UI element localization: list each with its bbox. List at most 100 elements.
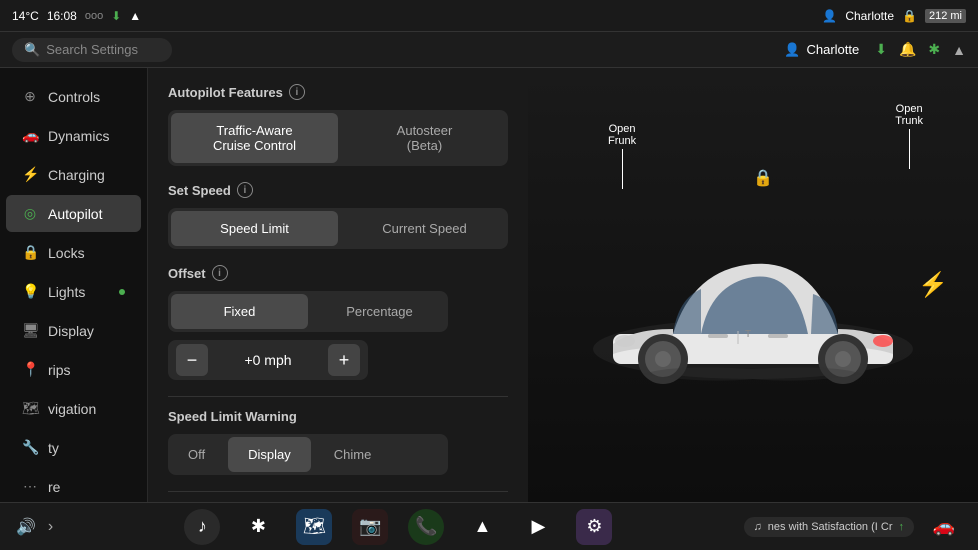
chevron-icon[interactable]: › bbox=[48, 518, 53, 536]
header-username: Charlotte bbox=[806, 42, 859, 57]
offset-control: − +0 mph + bbox=[168, 340, 368, 380]
taskbar-app-bluetooth[interactable]: ✱ bbox=[240, 509, 276, 545]
taskbar-app-music[interactable]: ♪ bbox=[184, 509, 220, 545]
offset-value: +0 mph bbox=[218, 352, 318, 368]
features-info-icon[interactable]: i bbox=[289, 84, 305, 100]
sidebar-item-locks[interactable]: 🔒 Locks bbox=[6, 234, 141, 271]
car-area: Open Frunk OpenTrunk bbox=[528, 68, 978, 502]
search-placeholder: Search Settings bbox=[46, 42, 138, 57]
set-speed-title: Set Speed i bbox=[168, 182, 508, 198]
time: 16:08 bbox=[47, 9, 77, 23]
divider-2 bbox=[168, 491, 508, 492]
display-icon: 🖥 bbox=[22, 322, 38, 339]
header-user-icon: 👤 bbox=[784, 42, 800, 58]
download-icon: ⬇ bbox=[111, 9, 121, 23]
warning-display-button[interactable]: Display bbox=[228, 437, 311, 472]
header-wifi-icon: ▲ bbox=[952, 42, 966, 58]
taskbar-app-camera[interactable]: 📷 bbox=[352, 509, 388, 545]
sidebar-item-service[interactable]: 🔧 ty bbox=[6, 429, 141, 466]
status-left: 14°C 16:08 ooo ⬇ ▲ bbox=[12, 9, 141, 23]
header-bell-icon: 🔔 bbox=[899, 41, 916, 58]
tacc-button[interactable]: Traffic-AwareCruise Control bbox=[171, 113, 338, 163]
taskbar-app-nav[interactable]: ▲ bbox=[464, 509, 500, 545]
offset-plus-button[interactable]: + bbox=[328, 344, 360, 376]
fixed-button[interactable]: Fixed bbox=[171, 294, 308, 329]
percentage-button[interactable]: Percentage bbox=[311, 291, 448, 332]
sidebar-item-label: vigation bbox=[48, 401, 96, 417]
music-bar[interactable]: ♫ nes with Satisfaction (I Cr ↑ bbox=[744, 517, 914, 537]
sidebar-item-navigation[interactable]: 🗺 vigation bbox=[6, 390, 141, 427]
set-speed-group: Speed Limit Current Speed bbox=[168, 208, 508, 249]
lights-icon: 💡 bbox=[22, 283, 38, 300]
dynamics-icon: 🚗 bbox=[22, 127, 38, 144]
taskbar-app-phone[interactable]: 📞 bbox=[408, 509, 444, 545]
sidebar-item-label: re bbox=[48, 479, 60, 495]
header-bluetooth-icon: ✱ bbox=[928, 41, 940, 58]
sidebar-item-label: Controls bbox=[48, 89, 100, 105]
header-icons: ⬇ 🔔 ✱ ▲ bbox=[875, 41, 966, 58]
offset-info-icon[interactable]: i bbox=[212, 265, 228, 281]
sidebar-item-trips[interactable]: 📍 rips bbox=[6, 351, 141, 388]
set-speed-info-icon[interactable]: i bbox=[237, 182, 253, 198]
charging-indicator: ⚡ bbox=[918, 271, 948, 300]
sidebar-item-charging[interactable]: ⚡ Charging bbox=[6, 156, 141, 193]
sidebar-item-label: Charging bbox=[48, 167, 105, 183]
sidebar-item-label: rips bbox=[48, 362, 71, 378]
taskbar-app-settings[interactable]: ⚙ bbox=[576, 509, 612, 545]
current-speed-button[interactable]: Current Speed bbox=[341, 208, 508, 249]
svg-text:T: T bbox=[745, 329, 751, 340]
open-trunk-label[interactable]: OpenTrunk bbox=[895, 103, 923, 169]
taskbar-right: ♫ nes with Satisfaction (I Cr ↑ 🚗 bbox=[744, 509, 962, 545]
sidebar-item-autopilot[interactable]: ◎ Autopilot bbox=[6, 195, 141, 232]
sidebar-item-more[interactable]: ⋯ re bbox=[6, 468, 141, 505]
speed-limit-button[interactable]: Speed Limit bbox=[171, 211, 338, 246]
taskbar-app-map[interactable]: 🗺 bbox=[296, 509, 332, 545]
tesla-car-svg: T bbox=[553, 189, 953, 429]
controls-icon: ⊕ bbox=[22, 88, 38, 105]
sidebar-item-label: Display bbox=[48, 323, 94, 339]
speed-limit-warning-group: Off Display Chime bbox=[168, 434, 448, 475]
divider-1 bbox=[168, 396, 508, 397]
more-icon: ⋯ bbox=[22, 478, 38, 495]
status-bar: 14°C 16:08 ooo ⬇ ▲ 👤 Charlotte 🔒 212 mi bbox=[0, 0, 978, 32]
service-icon: 🔧 bbox=[22, 439, 38, 456]
sidebar-item-lights[interactable]: 💡 Lights bbox=[6, 273, 141, 310]
status-right: 👤 Charlotte 🔒 212 mi bbox=[822, 9, 966, 23]
content-area: Autopilot Features i Traffic-AwareCruise… bbox=[148, 68, 528, 502]
taskbar-right-icon[interactable]: 🚗 bbox=[926, 509, 962, 545]
autosteer-button[interactable]: Autosteer(Beta) bbox=[341, 110, 508, 166]
volume-icon[interactable]: 🔊 bbox=[16, 517, 36, 537]
search-box[interactable]: 🔍 Search Settings bbox=[12, 38, 172, 62]
sidebar-item-dynamics[interactable]: 🚗 Dynamics bbox=[6, 117, 141, 154]
taskbar-app-media[interactable]: ▶ bbox=[520, 509, 556, 545]
temperature: 14°C bbox=[12, 9, 39, 23]
sidebar-item-label: Autopilot bbox=[48, 206, 102, 222]
main-layout: ⊕ Controls 🚗 Dynamics ⚡ Charging ◎ Autop… bbox=[0, 68, 978, 502]
car-lock-icon: 🔒 bbox=[753, 168, 773, 188]
music-arrow-icon: ↑ bbox=[899, 521, 905, 533]
taskbar-center: ♪ ✱ 🗺 📷 📞 ▲ ▶ ⚙ bbox=[184, 509, 612, 545]
speed-limit-warning-title: Speed Limit Warning bbox=[168, 409, 508, 424]
charging-icon: ⚡ bbox=[22, 166, 38, 183]
sidebar-item-controls[interactable]: ⊕ Controls bbox=[6, 78, 141, 115]
sidebar-item-label: Locks bbox=[48, 245, 85, 261]
locks-icon: 🔒 bbox=[22, 244, 38, 261]
music-label: nes with Satisfaction (I Cr bbox=[768, 521, 893, 533]
header-row: 🔍 Search Settings 👤 Charlotte ⬇ 🔔 ✱ ▲ bbox=[0, 32, 978, 68]
navigation-icon: 🗺 bbox=[22, 400, 38, 417]
open-frunk-label[interactable]: Open Frunk bbox=[608, 123, 636, 189]
taskbar: 🔊 › ♪ ✱ 🗺 📷 📞 ▲ ▶ ⚙ ♫ nes with Satisfact… bbox=[0, 502, 978, 550]
offset-minus-button[interactable]: − bbox=[176, 344, 208, 376]
sidebar-item-display[interactable]: 🖥 Display bbox=[6, 312, 141, 349]
header-user: 👤 Charlotte bbox=[784, 42, 859, 58]
signal-icon: ooo bbox=[85, 10, 103, 22]
sidebar: ⊕ Controls 🚗 Dynamics ⚡ Charging ◎ Autop… bbox=[0, 68, 148, 502]
sidebar-item-label: ty bbox=[48, 440, 59, 456]
header-download-icon[interactable]: ⬇ bbox=[875, 41, 887, 58]
warning-off-button[interactable]: Off bbox=[168, 434, 225, 475]
warning-chime-button[interactable]: Chime bbox=[314, 434, 392, 475]
search-icon: 🔍 bbox=[24, 42, 40, 58]
username-status: Charlotte bbox=[845, 9, 894, 23]
offset-type-group: Fixed Percentage bbox=[168, 291, 448, 332]
taskbar-left: 🔊 › bbox=[16, 517, 53, 537]
